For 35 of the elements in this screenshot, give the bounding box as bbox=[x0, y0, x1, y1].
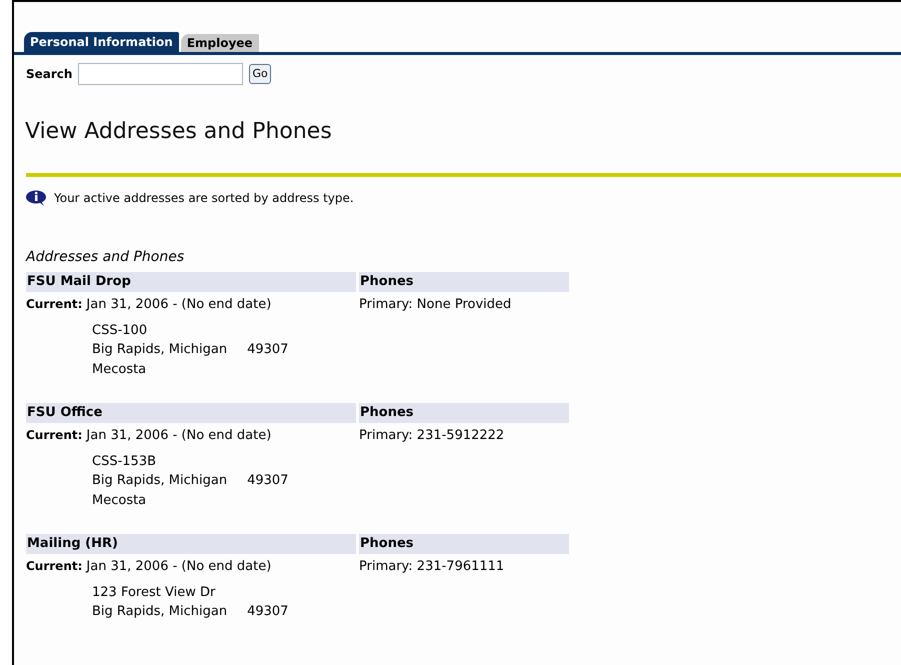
phones-header: Phones bbox=[359, 272, 569, 292]
zip-code: 49307 bbox=[247, 472, 288, 490]
search-label: Search bbox=[26, 66, 72, 83]
zip-code: 49307 bbox=[247, 603, 288, 621]
date-range: Jan 31, 2006 - (No end date) bbox=[86, 427, 272, 445]
status-label: Current: bbox=[26, 558, 82, 575]
page-heading: View Addresses and Phones bbox=[24, 118, 333, 146]
info-icon bbox=[26, 190, 48, 206]
go-button[interactable]: Go bbox=[249, 64, 271, 84]
city-state: Big Rapids, Michigan bbox=[92, 603, 228, 621]
street-line: CSS-153B bbox=[92, 452, 158, 470]
info-message: Your active addresses are sorted by address type. bbox=[54, 190, 354, 207]
phones-header: Phones bbox=[359, 534, 569, 554]
city-state: Big Rapids, Michigan bbox=[92, 472, 228, 490]
tab[interactable]: Personal Information bbox=[24, 32, 179, 52]
section-title: Addresses and Phones bbox=[24, 248, 186, 267]
city-state: Big Rapids, Michigan bbox=[92, 341, 228, 359]
county-line: Mecosta bbox=[92, 360, 148, 378]
date-range: Jan 31, 2006 - (No end date) bbox=[86, 296, 272, 314]
address-type-header: FSU Office bbox=[26, 403, 356, 423]
street-line: 123 Forest View Dr bbox=[92, 584, 216, 602]
address-type-header: FSU Mail Drop bbox=[26, 272, 356, 292]
status-label: Current: bbox=[26, 296, 82, 313]
phone-number: Primary: 231-7961111 bbox=[359, 558, 506, 576]
address-type-header: Mailing (HR) bbox=[26, 534, 356, 554]
street-line: CSS-100 bbox=[92, 322, 148, 340]
phones-header: Phones bbox=[359, 403, 569, 423]
phone-number: Primary: 231-5912222 bbox=[359, 427, 506, 445]
date-range: Jan 31, 2006 - (No end date) bbox=[86, 558, 272, 576]
phone-number: Primary: None Provided bbox=[359, 296, 512, 314]
zip-code: 49307 bbox=[247, 341, 288, 359]
search-field[interactable] bbox=[78, 63, 244, 85]
tab[interactable]: Employee bbox=[180, 34, 259, 52]
status-label: Current: bbox=[26, 427, 82, 444]
county-line: Mecosta bbox=[92, 492, 148, 510]
